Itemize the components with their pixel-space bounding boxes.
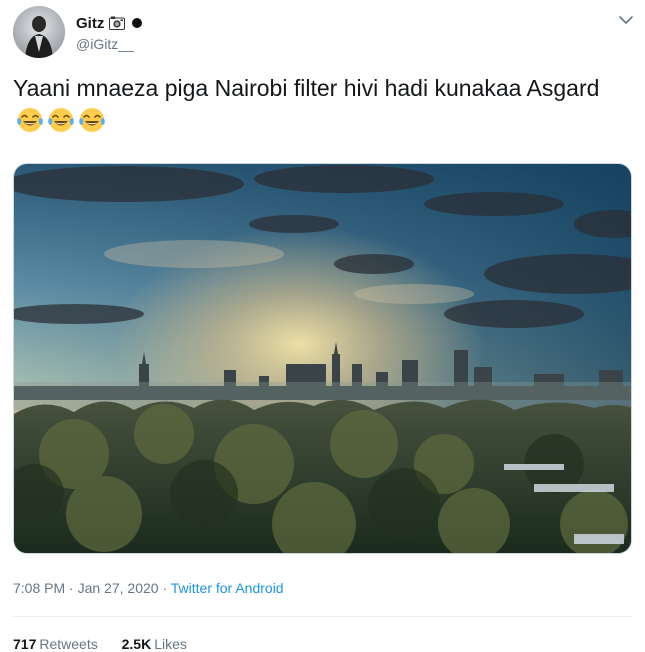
tweet-text: Yaani mnaeza piga Nairobi filter hivi ha… [13, 72, 623, 136]
user-name-row: Gitz [76, 14, 143, 32]
user-handle[interactable]: @iGitz__ [76, 36, 134, 52]
tweet-card: Gitz @iGitz__ Yaani mnaeza piga Nairobi … [0, 0, 645, 652]
tears-of-joy-emoji-icon [79, 108, 105, 132]
camera-icon [109, 16, 126, 30]
retweets-count: 717 [13, 636, 37, 652]
tweet-time[interactable]: 7:08 PM [13, 580, 65, 596]
meta-separator: · [65, 580, 78, 596]
tweet-stats: 717 Retweets 2.5K Likes [13, 636, 207, 652]
meta-separator: · [158, 580, 171, 596]
tears-of-joy-emoji-icon [17, 108, 43, 132]
avatar[interactable] [13, 6, 65, 58]
tweet-body: Yaani mnaeza piga Nairobi filter hivi ha… [13, 75, 600, 101]
chevron-down-icon [619, 16, 633, 24]
likes-count: 2.5K [121, 636, 152, 652]
tweet-photo[interactable] [13, 163, 632, 554]
tweet-source-link[interactable]: Twitter for Android [171, 580, 284, 596]
divider [13, 616, 632, 617]
likes-stat[interactable]: 2.5K Likes [122, 636, 187, 652]
tears-of-joy-emoji-icon [48, 108, 74, 132]
black-circle-icon [132, 18, 143, 28]
retweets-label: Retweets [39, 636, 98, 652]
retweets-stat[interactable]: 717 Retweets [13, 636, 98, 652]
city-skyline-photo [14, 164, 631, 553]
tweet-meta: 7:08 PM · Jan 27, 2020 · Twitter for And… [13, 580, 284, 596]
likes-label: Likes [154, 636, 187, 652]
tweet-date[interactable]: Jan 27, 2020 [78, 580, 159, 596]
more-options-button[interactable] [616, 12, 636, 28]
display-name[interactable]: Gitz [76, 15, 104, 32]
